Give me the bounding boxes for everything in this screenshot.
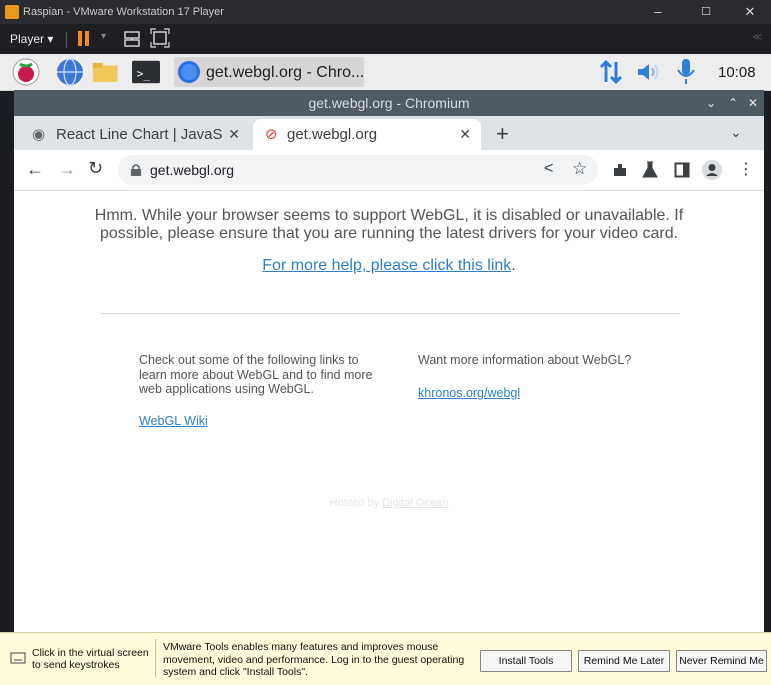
url-text[interactable]: get.webgl.org xyxy=(150,162,234,178)
svg-text:>_: >_ xyxy=(137,68,151,81)
divider xyxy=(100,313,679,314)
labs-flask-icon[interactable] xyxy=(642,161,658,179)
never-remind-me-button[interactable]: Never Remind Me xyxy=(676,650,767,672)
page-content: Hmm. While your browser seems to support… xyxy=(14,191,764,632)
vmware-toolbar: Player ▾ ▾ ≪ xyxy=(0,24,771,54)
vmware-tools-bar: Click in the virtual screen to send keys… xyxy=(0,632,771,685)
raspberry-menu-icon[interactable] xyxy=(12,58,40,86)
terminal-icon[interactable]: >_ xyxy=(132,58,160,86)
toolbar: ← → ↻ get.webgl.org < ☆ ⋮ xyxy=(14,150,764,191)
chromium-close-icon[interactable]: ✕ xyxy=(748,90,758,116)
help-line: For more help, please click this link. xyxy=(94,257,684,275)
address-bar[interactable]: get.webgl.org < ☆ xyxy=(118,155,598,185)
tab-label: React Line Chart | JavaS xyxy=(56,126,223,143)
tab-get-webgl[interactable]: ⊘ get.webgl.org ✕ xyxy=(253,119,481,150)
close-button[interactable]: ✕ xyxy=(734,3,766,21)
tab-close-icon[interactable]: ✕ xyxy=(228,119,240,150)
click-hint: Click in the virtual screen to send keys… xyxy=(32,647,149,671)
fullscreen-icon[interactable] xyxy=(150,28,170,48)
web-browser-icon[interactable] xyxy=(56,58,84,86)
pause-dropdown-icon[interactable]: ▾ xyxy=(101,31,106,42)
remind-me-later-button[interactable]: Remind Me Later xyxy=(578,650,670,672)
file-manager-icon[interactable] xyxy=(92,58,120,86)
lock-icon[interactable] xyxy=(130,163,142,177)
tab-label: get.webgl.org xyxy=(287,126,378,143)
share-icon[interactable]: < xyxy=(544,160,553,178)
reload-icon[interactable]: ↻ xyxy=(88,158,103,179)
tab-strip: ◉ React Line Chart | JavaS ✕ ⊘ get.webgl… xyxy=(14,116,764,150)
tab-close-icon[interactable]: ✕ xyxy=(459,119,471,150)
right-column-text: Want more information about WebGL? xyxy=(418,353,632,367)
chromium-minimize-icon[interactable]: ⌄ xyxy=(706,90,716,116)
vmware-logo-icon xyxy=(5,5,19,19)
tools-divider xyxy=(155,639,156,677)
collapse-toolbar-icon[interactable]: ≪ xyxy=(752,32,762,43)
vmware-window-title: Raspian - VMware Workstation 17 Player xyxy=(23,6,224,18)
chromium-icon xyxy=(178,61,200,83)
hosted-by: Hosted by Digital Ocean xyxy=(14,497,764,509)
chromium-maximize-icon[interactable]: ⌃ xyxy=(728,90,738,116)
maximize-button[interactable]: ☐ xyxy=(690,3,722,21)
chromium-window-title: get.webgl.org - Chromium xyxy=(308,95,470,111)
help-period: . xyxy=(511,257,516,274)
hosted-by-label: Hosted by xyxy=(329,497,383,509)
khronos-link[interactable]: khronos.org/webgl xyxy=(418,386,520,400)
minimize-button[interactable]: – xyxy=(642,3,674,21)
keyboard-icon xyxy=(10,652,26,664)
tab-react-line-chart[interactable]: ◉ React Line Chart | JavaS ✕ xyxy=(22,119,250,150)
volume-icon[interactable] xyxy=(636,61,662,83)
install-tools-button[interactable]: Install Tools xyxy=(480,650,572,672)
toolbar-divider xyxy=(66,32,67,48)
help-link[interactable]: For more help, please click this link xyxy=(262,257,511,274)
tab-search-chevron-icon[interactable]: ⌄ xyxy=(730,124,742,141)
page-favicon-icon: ◉ xyxy=(32,126,46,143)
webgl-wiki-link[interactable]: WebGL Wiki xyxy=(139,414,208,428)
extensions-icon[interactable] xyxy=(612,162,628,178)
menu-kebab-icon[interactable]: ⋮ xyxy=(738,159,754,179)
back-icon[interactable]: ← xyxy=(26,159,44,180)
new-tab-button[interactable]: + xyxy=(496,121,509,147)
profile-avatar-icon[interactable] xyxy=(702,160,722,180)
microphone-icon[interactable] xyxy=(676,58,696,86)
left-column-text: Check out some of the following links to… xyxy=(139,353,373,396)
webgl-unavailable-message: Hmm. While your browser seems to support… xyxy=(94,207,684,242)
bookmark-star-icon[interactable]: ☆ xyxy=(572,159,587,179)
webgl-favicon-icon: ⊘ xyxy=(265,126,278,143)
player-menu-button[interactable]: Player ▾ xyxy=(10,32,53,46)
vmware-tools-info: VMware Tools enables many features and i… xyxy=(163,641,465,678)
chromium-title-bar: get.webgl.org - Chromium ⌄ ⌃ ✕ xyxy=(14,90,764,116)
taskbar-task-label: get.webgl.org - Chro... xyxy=(206,64,365,81)
network-transfer-icon[interactable] xyxy=(598,59,624,85)
side-panel-icon[interactable] xyxy=(674,162,690,178)
pause-icon[interactable] xyxy=(78,31,82,46)
send-ctrl-alt-del-icon[interactable] xyxy=(122,29,142,49)
forward-icon[interactable]: → xyxy=(58,159,76,180)
digital-ocean-link[interactable]: Digital Ocean xyxy=(382,497,448,509)
taskbar-chromium-task[interactable]: get.webgl.org - Chro... xyxy=(174,57,364,87)
player-menu-label: Player xyxy=(10,32,45,46)
raspberry-taskbar: >_ get.webgl.org - Chro... 10:08 xyxy=(0,54,771,91)
vmware-title-bar: Raspian - VMware Workstation 17 Player –… xyxy=(0,0,771,24)
chevron-down-icon: ▾ xyxy=(47,32,54,46)
clock: 10:08 xyxy=(718,64,756,81)
